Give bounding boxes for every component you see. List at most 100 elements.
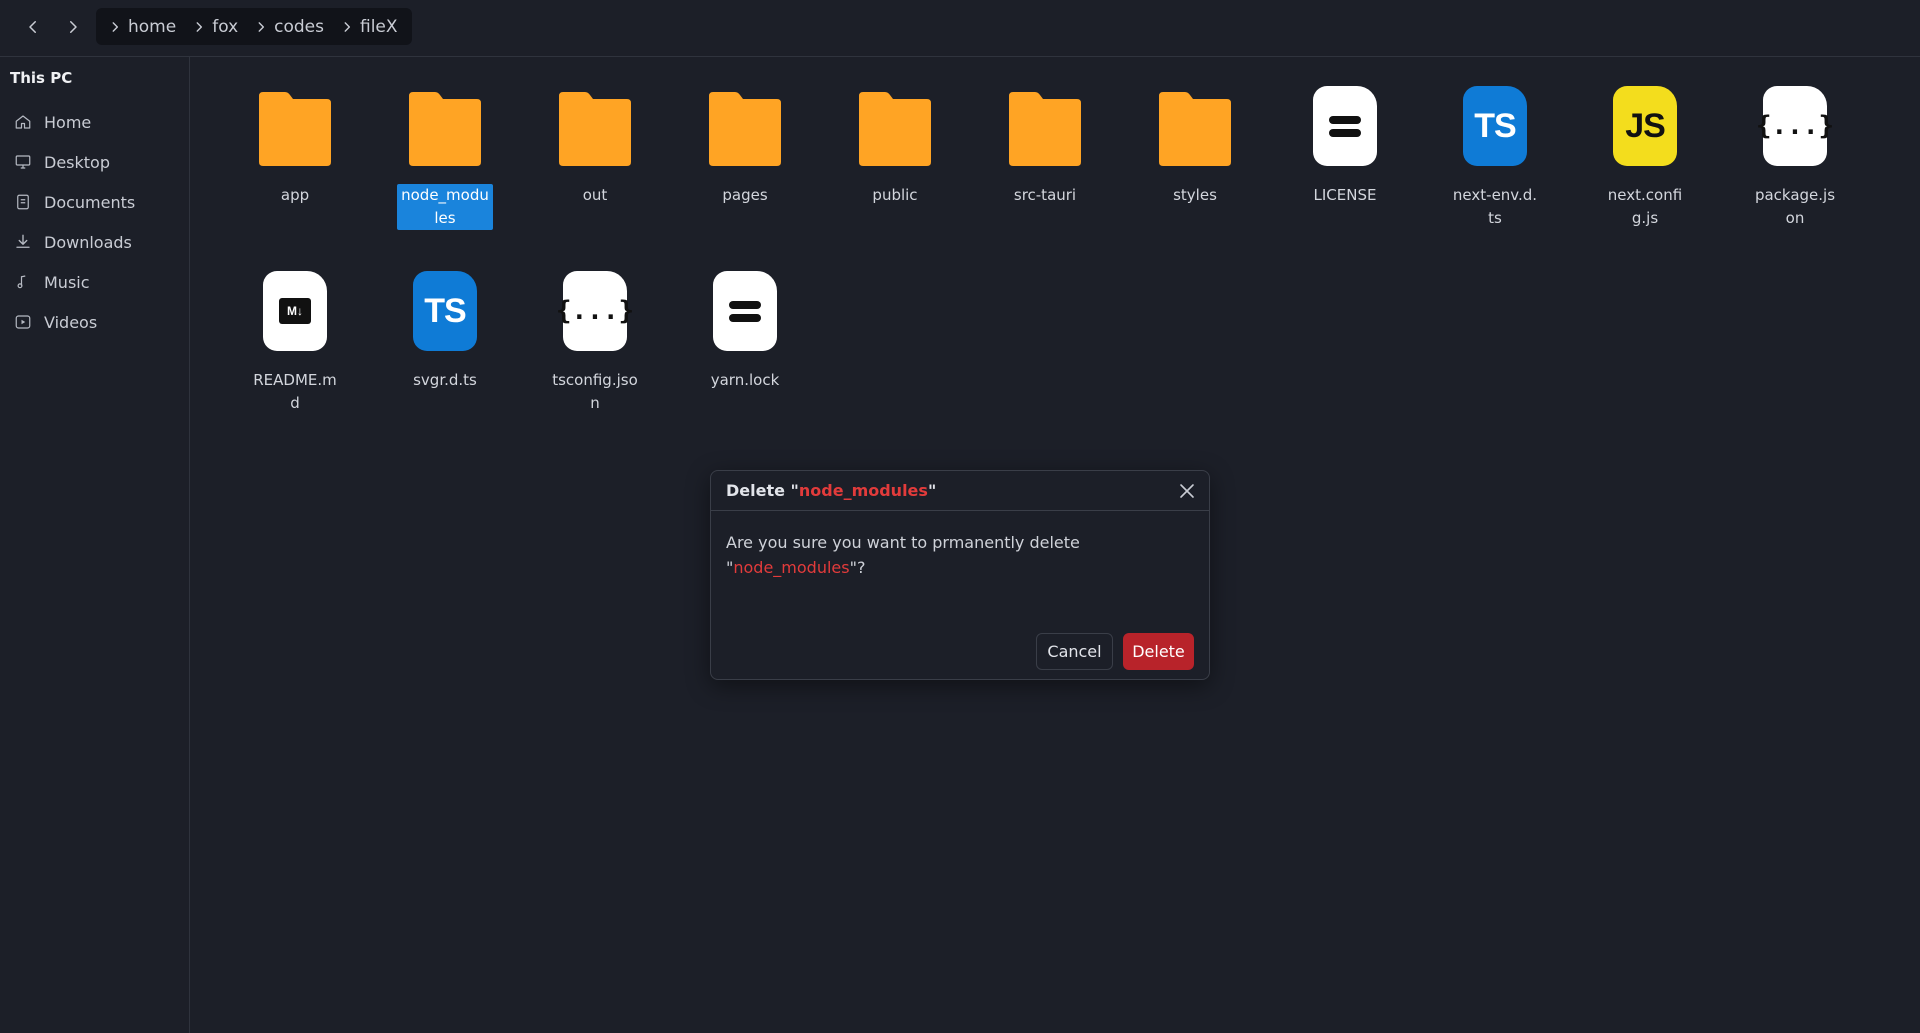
sidebar-item-videos[interactable]: Videos [14,307,97,337]
folder-icon [1009,92,1081,166]
file-item[interactable]: M↓ README.md [220,271,370,415]
breadcrumb-item[interactable]: fileX [338,17,398,37]
file-name: app [280,186,310,204]
download-icon [16,234,30,248]
folder-item[interactable]: styles [1120,86,1270,207]
chevron-right-icon [258,21,265,32]
desktop-icon [15,155,31,169]
javascript-file-icon: JS [1613,86,1677,166]
breadcrumb: home fox codes fileX [96,8,412,45]
delete-dialog: Delete " node_modules " Are you sure you w… [710,470,1210,680]
file-icon-wrap [705,86,785,166]
file-name: node_modules [397,184,493,230]
folder-item[interactable]: pages [670,86,820,207]
file-icon-wrap: {...} [555,271,635,351]
file-icon-wrap [1005,86,1085,166]
sidebar-item-downloads[interactable]: Downloads [14,227,132,257]
breadcrumb-item[interactable]: codes [252,17,324,37]
file-name: out [582,186,608,204]
file-item[interactable]: yarn.lock [670,271,820,392]
file-icon-wrap [855,86,935,166]
music-icon [17,275,26,289]
json-file-icon: {...} [1756,86,1834,166]
dialog-message-suffix: "? [849,558,866,577]
delete-button[interactable]: Delete [1123,633,1194,670]
file-icon-wrap [255,86,335,166]
breadcrumb-item[interactable]: home [106,17,176,37]
back-button[interactable] [18,12,48,42]
markdown-file-icon: M↓ [263,271,327,351]
chevron-right-icon [70,21,77,33]
sidebar-item-label: Downloads [44,232,132,252]
sidebar-item-label: Videos [44,312,98,332]
typescript-file-icon: TS [413,271,477,351]
file-name: next-env.d.ts [1452,186,1538,227]
sidebar-item-music[interactable]: Music [14,267,90,297]
chevron-right-icon [344,21,351,32]
file-icon-wrap: M↓ [255,271,335,351]
close-icon [1180,484,1194,498]
sidebar: This PC Home Desktop Documents Downloads Mus… [0,57,190,1033]
file-item[interactable]: {...} package.json [1720,86,1870,230]
folder-item[interactable]: public [820,86,970,207]
document-icon [17,194,29,210]
file-item[interactable]: JS next.config.js [1570,86,1720,230]
dialog-message-target: node_modules [733,558,850,577]
folder-icon [709,92,781,166]
folder-icon [559,92,631,166]
file-name: src-tauri [1013,186,1077,204]
sidebar-item-desktop[interactable]: Desktop [14,147,110,177]
folder-item[interactable]: src-tauri [970,86,1120,207]
file-name: public [872,186,918,204]
file-name: pages [722,186,768,204]
chevron-right-icon [196,21,203,32]
file-icon-wrap: TS [1455,86,1535,166]
breadcrumb-item[interactable]: fox [190,17,238,37]
file-name: package.json [1754,186,1836,227]
dialog-title-prefix: Delete " [726,481,799,500]
breadcrumb-label: codes [274,16,324,37]
file-item[interactable]: {...} tsconfig.json [520,271,670,415]
forward-button[interactable] [58,12,88,42]
sidebar-item-label: Documents [44,192,136,212]
dialog-message: Are you sure you want to prmanently dele… [726,530,1106,580]
file-icon-wrap: {...} [1755,86,1835,166]
file-item[interactable]: LICENSE [1270,86,1420,207]
file-name: yarn.lock [710,371,780,389]
video-icon [15,315,31,329]
file-name: next.config.js [1607,186,1683,227]
breadcrumb-label: fox [212,16,239,37]
typescript-file-icon: TS [1463,86,1527,166]
folder-icon [259,92,331,166]
folder-item[interactable]: out [520,86,670,207]
sidebar-title: This PC [10,69,73,87]
chevron-left-icon [29,21,36,33]
file-icon-wrap [1155,86,1235,166]
dialog-title-target: node_modules [798,481,928,500]
json-file-icon: {...} [556,271,634,351]
file-icon-wrap: JS [1605,86,1685,166]
sidebar-item-home[interactable]: Home [14,107,91,137]
breadcrumb-label: fileX [360,16,398,37]
sidebar-item-documents[interactable]: Documents [14,187,135,217]
file-icon-wrap [1305,86,1385,166]
dialog-title-suffix: " [927,481,937,500]
chevron-right-icon [112,21,119,32]
file-item[interactable]: TS next-env.d.ts [1420,86,1570,230]
file-name: LICENSE [1313,186,1377,204]
folder-item[interactable]: node_modules [370,86,520,230]
file-name: styles [1173,186,1217,204]
close-button[interactable] [1177,481,1197,501]
file-icon-wrap [405,86,485,166]
file-item[interactable]: TS svgr.d.ts [370,271,520,392]
file-name: README.md [253,371,337,412]
cancel-button[interactable]: Cancel [1036,633,1113,670]
folder-icon [1159,92,1231,166]
text-file-icon [1313,86,1377,166]
top-bar: home fox codes fileX [0,0,1920,57]
folder-icon [409,92,481,166]
folder-item[interactable]: app [220,86,370,207]
file-icon-wrap [705,271,785,351]
sidebar-item-label: Home [44,112,92,132]
file-name: svgr.d.ts [413,371,477,389]
